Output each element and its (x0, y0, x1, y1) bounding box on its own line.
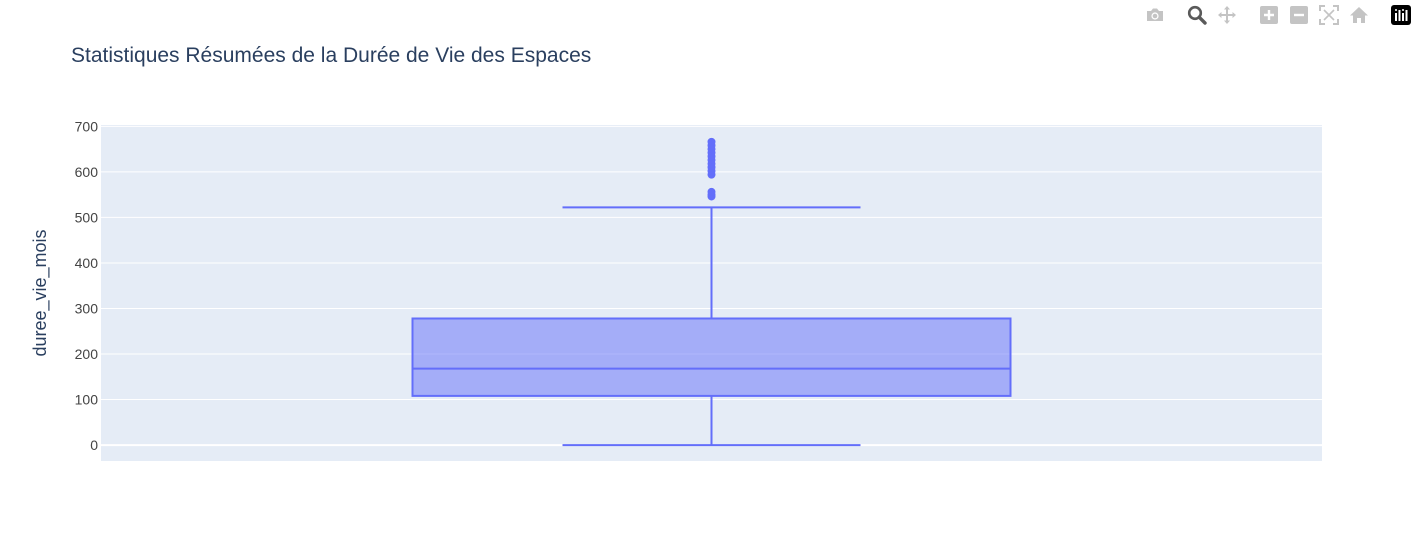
y-tick-label: 600 (75, 164, 99, 180)
plotly-logo-button[interactable] (1389, 3, 1413, 27)
reset-axes-button[interactable] (1347, 3, 1371, 27)
y-tick-label: 400 (75, 255, 99, 271)
autoscale-button[interactable] (1317, 3, 1341, 27)
home-icon (1350, 7, 1368, 23)
y-tick-label: 200 (75, 346, 99, 362)
zoom-out-icon (1290, 6, 1308, 24)
pan-icon (1218, 6, 1236, 24)
outlier-point (707, 137, 716, 146)
zoom-button[interactable] (1185, 3, 1209, 27)
zoom-icon (1187, 5, 1207, 25)
plotly-logo-icon (1391, 5, 1411, 25)
camera-icon (1147, 8, 1163, 21)
outlier-point (707, 187, 716, 196)
autoscale-icon (1319, 5, 1339, 25)
modebar (1140, 3, 1416, 27)
y-axis-label: duree_vie_mois (30, 229, 51, 356)
chart-title: Statistiques Résumées de la Durée de Vie… (71, 44, 591, 67)
pan-button[interactable] (1215, 3, 1239, 27)
y-tick-label: 500 (75, 209, 99, 225)
y-tick-label: 700 (75, 118, 99, 134)
zoom-in-icon (1260, 6, 1278, 24)
zoom-in-button[interactable] (1257, 3, 1281, 27)
download-plot-button[interactable] (1143, 3, 1167, 27)
chart: 0 100 200 300 400 500 600 700 Statistiques Résu… (30, 44, 1322, 461)
y-tick-label: 300 (75, 300, 99, 316)
zoom-out-button[interactable] (1287, 3, 1311, 27)
y-tick-label: 100 (75, 392, 99, 408)
box-iqr (411, 317, 1012, 397)
y-tick-label: 0 (90, 437, 98, 453)
